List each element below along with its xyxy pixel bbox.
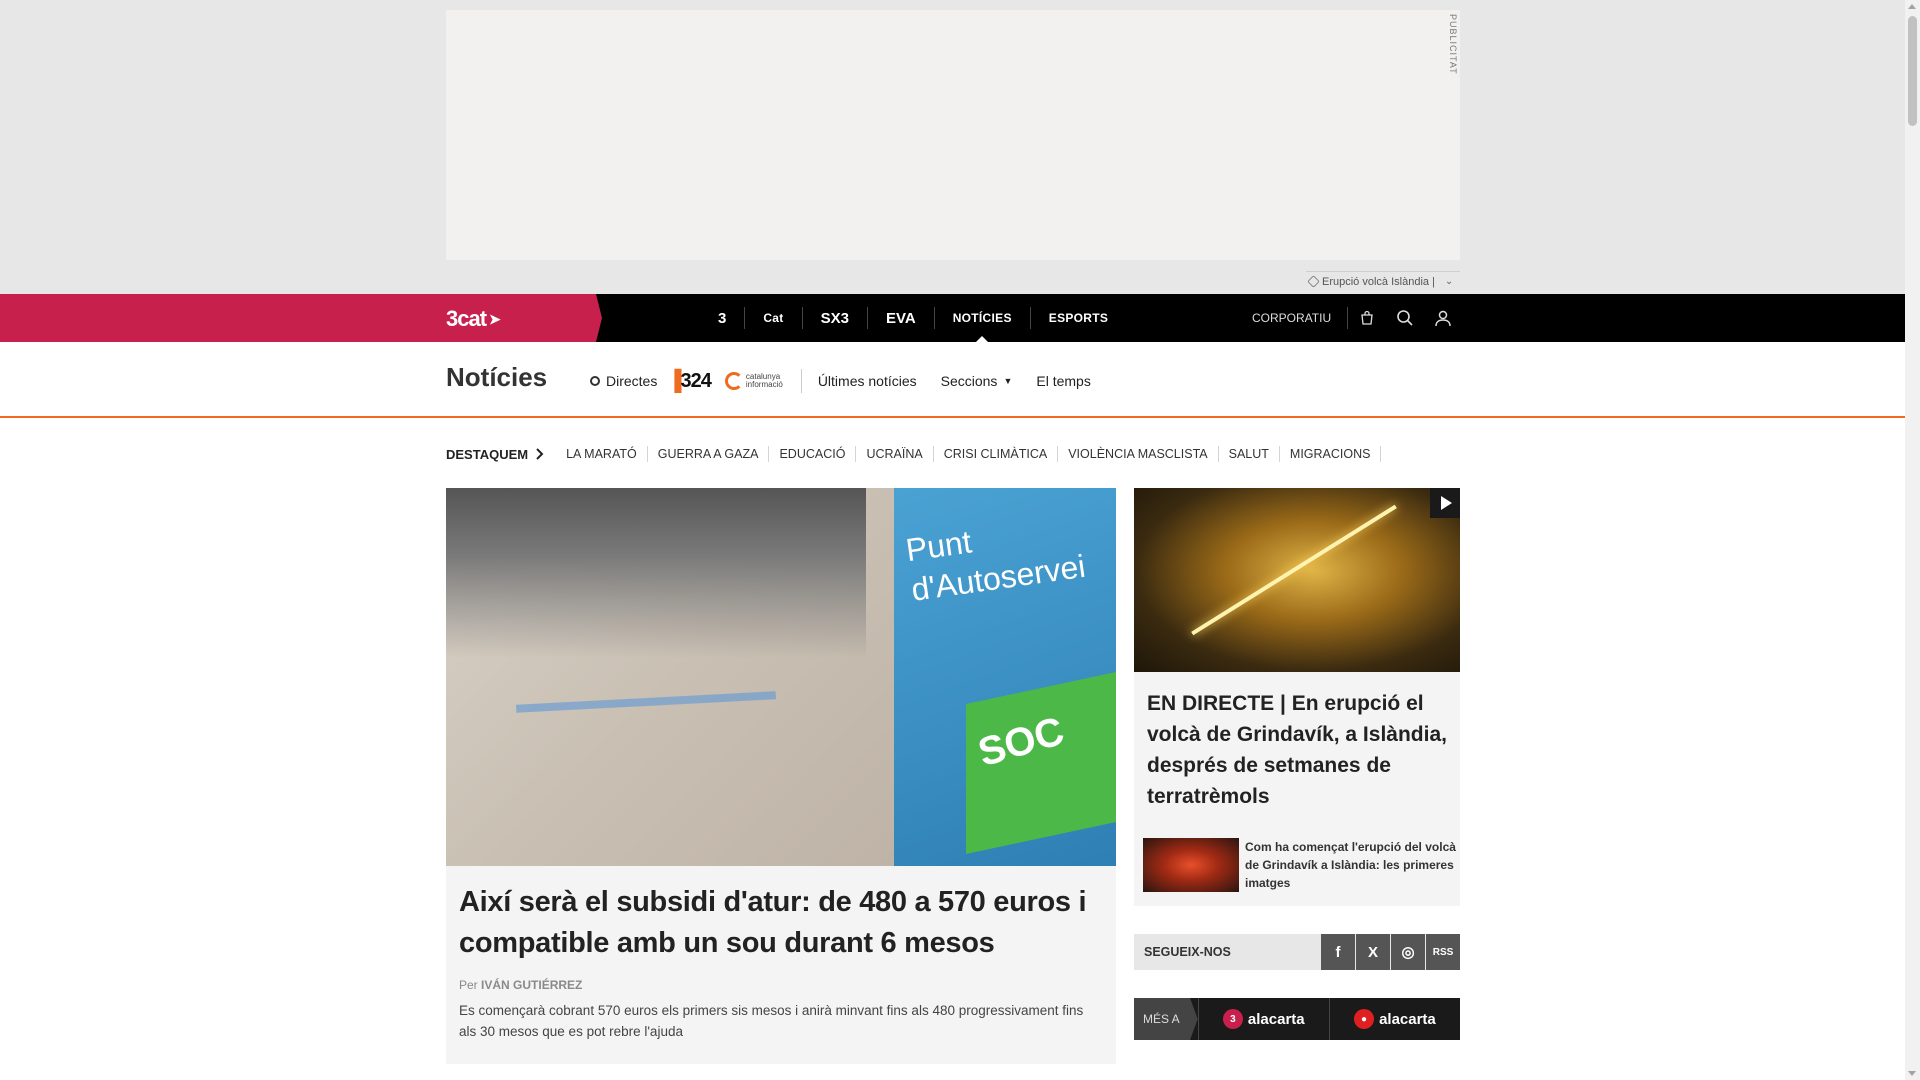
channel-noticies[interactable]: NOTÍCIES bbox=[935, 307, 1031, 342]
ad-topic-text: Erupció volcà Islàndia | bbox=[1322, 275, 1435, 288]
ad-zone: PUBLICITAT Erupció volcà Islàndia | ⌄ bbox=[0, 0, 1905, 294]
destaquem-label: DESTAQUEM bbox=[446, 447, 556, 462]
brand-logo[interactable]: 3cat ➤ bbox=[446, 306, 501, 332]
channel-esports[interactable]: ESPORTS bbox=[1031, 307, 1126, 329]
main-article-headline[interactable]: Així serà el subsidi d'atur: de 480 a 57… bbox=[446, 866, 1116, 964]
section-header: Notícies Directes ▐324 catalunya informac… bbox=[0, 342, 1905, 418]
catalunya-informacio-logo[interactable]: catalunya informació bbox=[724, 369, 802, 393]
image-lava-line bbox=[1191, 504, 1397, 636]
ci-circle-icon bbox=[724, 372, 743, 390]
image-floor-stripe bbox=[515, 691, 777, 713]
rss-icon[interactable]: RSS bbox=[1425, 934, 1460, 970]
related-article-image[interactable] bbox=[1143, 838, 1239, 892]
side-article-image[interactable] bbox=[1134, 488, 1460, 672]
shopping-bag-icon[interactable] bbox=[1348, 294, 1386, 342]
seccions-dropdown[interactable]: Seccions ▼ bbox=[929, 373, 1025, 389]
side-article-card[interactable]: EN DIRECTE | En erupció el volcà de Grin… bbox=[1134, 488, 1460, 906]
ultimes-noticies-link[interactable]: Últimes notícies bbox=[802, 373, 929, 389]
ad-banner[interactable] bbox=[446, 10, 1460, 260]
catradio-alacarta-link[interactable]: ● alacarta bbox=[1328, 998, 1460, 1040]
related-article[interactable]: Com ha començat l'erupció del volcà de G… bbox=[1143, 838, 1459, 892]
channel-tv3[interactable]: 3 bbox=[700, 307, 746, 329]
el-temps-link[interactable]: El temps bbox=[1024, 373, 1102, 389]
scroll-up-arrow-icon[interactable] bbox=[1908, 4, 1916, 9]
channel-sx3[interactable]: SX3 bbox=[803, 307, 868, 329]
user-icon[interactable] bbox=[1424, 294, 1462, 342]
tv3-alacarta-label: alacarta bbox=[1247, 1010, 1305, 1028]
section-title[interactable]: Notícies bbox=[446, 362, 547, 393]
ad-topic-selector[interactable]: Erupció volcà Islàndia | ⌄ bbox=[1306, 271, 1460, 291]
ci-text: catalunya informació bbox=[746, 373, 783, 389]
main-article-byline: Per IVÁN GUTIÉRREZ bbox=[446, 964, 1116, 992]
main-article-summary: Es començarà cobrant 570 euros els prime… bbox=[459, 1003, 1084, 1039]
logo-324[interactable]: ▐324 bbox=[667, 370, 725, 393]
tag-migracions[interactable]: MIGRACIONS bbox=[1280, 446, 1382, 462]
destaquem-text: DESTAQUEM bbox=[446, 446, 529, 462]
x-twitter-icon[interactable]: X bbox=[1355, 934, 1390, 970]
tv3-badge-icon: 3 bbox=[1222, 1009, 1243, 1029]
section-links: Directes ▐324 catalunya informació Últime… bbox=[590, 366, 1103, 396]
chevron-down-icon: ▼ bbox=[1003, 376, 1013, 386]
scrollbar-thumb[interactable] bbox=[1908, 16, 1917, 126]
chevron-down-icon: ⌄ bbox=[1444, 276, 1454, 287]
page: PUBLICITAT Erupció volcà Islàndia | ⌄ 3c… bbox=[0, 0, 1905, 1080]
scroll-down-arrow-icon[interactable] bbox=[1908, 1071, 1916, 1076]
catradio-alacarta-label: alacarta bbox=[1379, 1010, 1436, 1028]
brand-arrow-icon: ➤ bbox=[489, 310, 501, 327]
logo-324-mark: ▐ bbox=[667, 369, 681, 392]
logo-324-text: 324 bbox=[680, 369, 712, 392]
scrollbar[interactable] bbox=[1905, 0, 1920, 1080]
brand-logo-text: 3cat bbox=[446, 306, 487, 331]
directes-label: Directes bbox=[606, 373, 658, 389]
highlight-tags: DESTAQUEM LA MARATÓ GUERRA A GAZA EDUCAC… bbox=[446, 446, 1382, 462]
mes-a-label: MÉS A bbox=[1134, 998, 1198, 1040]
play-icon bbox=[1440, 496, 1452, 510]
alacarta-bar: MÉS A 3 alacarta ● alacarta bbox=[1134, 998, 1460, 1040]
catradio-badge-icon: ● bbox=[1354, 1009, 1375, 1029]
video-badge bbox=[1430, 488, 1460, 518]
tag-violencia-masclista[interactable]: VIOLÈNCIA MASCLISTA bbox=[1058, 446, 1219, 462]
tag-crisi-climatica[interactable]: CRISI CLIMÀTICA bbox=[934, 446, 1059, 462]
tag-ucraina[interactable]: UCRAÏNA bbox=[856, 446, 934, 462]
ci-line-2: informació bbox=[745, 380, 783, 389]
image-text-1: Punt bbox=[903, 523, 974, 569]
channel-eva[interactable]: EVA bbox=[868, 307, 935, 329]
tag-la-marato[interactable]: LA MARATÓ bbox=[556, 446, 648, 462]
main-article-image[interactable]: Punt d'Autoservei SOC bbox=[446, 488, 1116, 866]
side-article-headline[interactable]: EN DIRECTE | En erupció el volcà de Grin… bbox=[1134, 672, 1460, 812]
brand-block bbox=[0, 294, 602, 342]
tag-salut[interactable]: SALUT bbox=[1219, 446, 1280, 462]
tag-icon bbox=[1307, 275, 1320, 288]
top-navigation: 3cat ➤ 3 Cat SX3 EVA NOTÍCIES ESPORTS CO… bbox=[0, 294, 1905, 342]
live-icon bbox=[590, 376, 600, 386]
follow-us-bar: SEGUEIX-NOS f X ◎ RSS bbox=[1134, 934, 1460, 970]
instagram-icon[interactable]: ◎ bbox=[1390, 934, 1425, 970]
author-name[interactable]: IVÁN GUTIÉRREZ bbox=[481, 978, 582, 992]
facebook-icon[interactable]: f bbox=[1320, 934, 1355, 970]
seccions-label: Seccions bbox=[940, 373, 998, 389]
tag-educacio[interactable]: EDUCACIÓ bbox=[769, 446, 857, 462]
image-waiting-people bbox=[446, 488, 866, 658]
main-article-card[interactable]: Punt d'Autoservei SOC Així serà el subsid… bbox=[446, 488, 1116, 1064]
tv3-alacarta-link[interactable]: 3 alacarta bbox=[1197, 998, 1329, 1040]
channel-catradio[interactable]: Cat bbox=[745, 307, 803, 329]
chevron-right-icon bbox=[536, 448, 544, 460]
related-article-title[interactable]: Com ha començat l'erupció del volcà de G… bbox=[1245, 838, 1459, 892]
directes-link[interactable]: Directes bbox=[590, 373, 667, 389]
channel-list: 3 Cat SX3 EVA NOTÍCIES ESPORTS bbox=[700, 294, 1126, 342]
nav-right: CORPORATIU bbox=[1252, 294, 1462, 342]
tag-guerra-a-gaza[interactable]: GUERRA A GAZA bbox=[648, 446, 770, 462]
corporatiu-link[interactable]: CORPORATIU bbox=[1252, 307, 1349, 329]
byline-prefix: Per bbox=[459, 978, 478, 992]
follow-us-label: SEGUEIX-NOS bbox=[1144, 945, 1231, 959]
search-icon[interactable] bbox=[1386, 294, 1424, 342]
ad-label: PUBLICITAT bbox=[1448, 14, 1458, 75]
